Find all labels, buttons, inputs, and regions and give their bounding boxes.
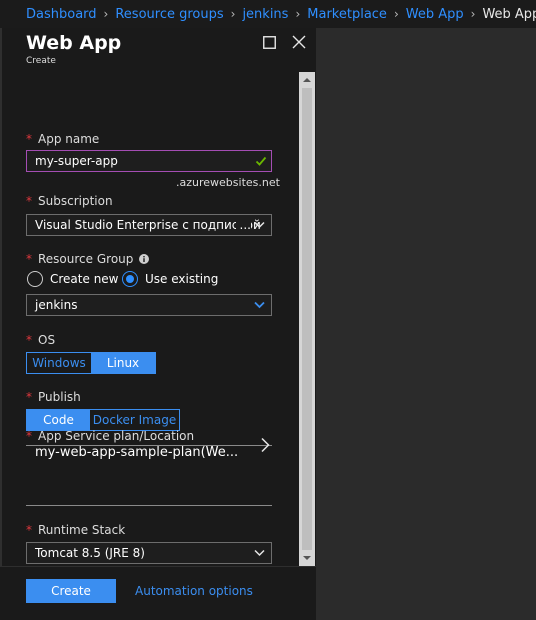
info-icon[interactable] xyxy=(139,254,150,264)
create-new-radio[interactable]: Create new xyxy=(27,271,119,287)
required-marker: * xyxy=(26,132,32,146)
required-marker: * xyxy=(26,523,32,537)
os-label: * OS xyxy=(26,333,56,347)
app-name-value: my-super-app xyxy=(35,154,118,168)
os-windows-option[interactable]: Windows xyxy=(27,353,91,373)
create-button[interactable]: Create xyxy=(26,579,116,603)
create-form: * App name my-super-app .azurewebsites.ne… xyxy=(0,72,316,566)
breadcrumb-separator: › xyxy=(393,7,399,21)
domain-suffix: .azurewebsites.net xyxy=(176,176,280,189)
chevron-down-icon xyxy=(254,301,265,309)
required-marker: * xyxy=(26,333,32,347)
automation-options-link[interactable]: Automation options xyxy=(135,584,253,598)
resource-group-label: * Resource Group xyxy=(26,252,150,266)
subscription-label: * Subscription xyxy=(26,194,113,208)
resource-group-value: jenkins xyxy=(35,298,78,312)
scroll-down-arrow-icon[interactable] xyxy=(299,550,315,566)
breadcrumb-separator: › xyxy=(295,7,301,21)
vertical-scrollbar[interactable] xyxy=(299,72,315,566)
subscription-value: Visual Studio Enterprise с подпиской xyxy=(35,218,261,232)
required-marker: * xyxy=(26,194,32,208)
subscription-ellipsis: ... xyxy=(235,215,251,235)
resource-group-dropdown[interactable]: jenkins xyxy=(26,294,272,316)
blade-footer: Create Automation options xyxy=(0,566,316,620)
blade-subtitle: Create xyxy=(26,56,56,66)
close-icon[interactable] xyxy=(292,35,306,49)
use-existing-radio[interactable]: Use existing xyxy=(122,271,218,287)
breadcrumb: Dashboard › Resource groups › jenkins › … xyxy=(0,0,536,28)
scroll-up-arrow-icon[interactable] xyxy=(299,72,315,88)
chevron-down-icon xyxy=(254,221,265,229)
runtime-stack-label: * Runtime Stack xyxy=(26,523,126,537)
breadcrumb-separator: › xyxy=(470,7,476,21)
chevron-right-icon xyxy=(261,437,270,453)
publish-label: * Publish xyxy=(26,390,81,404)
breadcrumb-resource-groups[interactable]: Resource groups xyxy=(115,7,223,22)
required-marker: * xyxy=(26,390,32,404)
runtime-stack-value: Tomcat 8.5 (JRE 8) xyxy=(35,546,145,560)
breadcrumb-dashboard[interactable]: Dashboard xyxy=(26,7,97,22)
valid-check-icon xyxy=(255,156,267,166)
app-service-plan-label: * App Service plan/Location xyxy=(26,429,195,443)
app-name-input[interactable]: my-super-app xyxy=(26,150,272,172)
breadcrumb-separator: › xyxy=(103,7,109,21)
divider xyxy=(26,505,272,506)
app-service-plan-value: my-web-app-sample-plan(We... xyxy=(35,445,239,460)
maximize-icon[interactable] xyxy=(263,36,276,49)
radio-circle xyxy=(27,271,43,287)
subscription-dropdown[interactable]: Visual Studio Enterprise с подпиской ... xyxy=(26,214,272,236)
os-linux-option[interactable]: Linux xyxy=(91,353,155,373)
runtime-stack-dropdown[interactable]: Tomcat 8.5 (JRE 8) xyxy=(26,542,272,564)
breadcrumb-current: Web App xyxy=(482,6,536,22)
breadcrumb-marketplace[interactable]: Marketplace xyxy=(307,7,387,22)
blade-header: Web App Create xyxy=(0,28,316,72)
scrollbar-thumb[interactable] xyxy=(302,88,312,550)
app-service-plan-selector[interactable]: * App Service plan/Location my-web-app-sa… xyxy=(0,417,300,477)
os-toggle: Windows Linux xyxy=(26,352,156,374)
required-marker: * xyxy=(26,252,32,266)
breadcrumb-separator: › xyxy=(230,7,236,21)
app-name-label: * App name xyxy=(26,132,100,146)
create-web-app-blade: Web App Create * App name my-super-app .a… xyxy=(0,28,316,620)
breadcrumb-web-app[interactable]: Web App xyxy=(406,7,464,22)
blade-title: Web App xyxy=(26,32,122,54)
chevron-down-icon xyxy=(254,549,265,557)
radio-circle-selected xyxy=(122,271,138,287)
required-marker: * xyxy=(26,429,32,443)
breadcrumb-jenkins[interactable]: jenkins xyxy=(242,7,288,22)
